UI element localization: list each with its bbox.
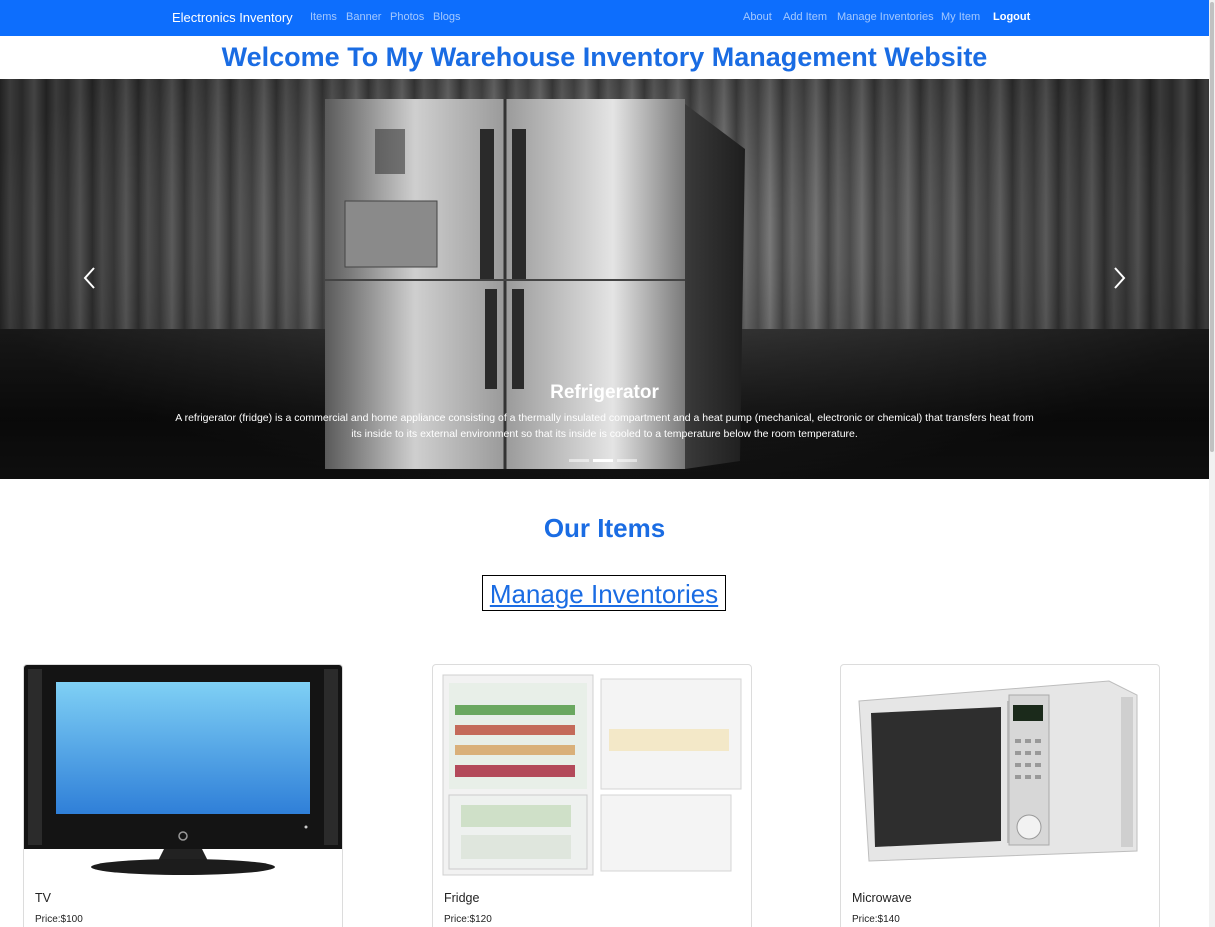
fridge-image	[442, 674, 742, 876]
microwave-image	[858, 680, 1138, 862]
carousel-indicator-3[interactable]	[617, 459, 637, 462]
page-title: Welcome To My Warehouse Inventory Manage…	[221, 42, 988, 72]
page-scrollbar[interactable]	[1209, 0, 1215, 927]
manage-inventories-link[interactable]: Manage Inventories	[490, 579, 718, 609]
nav-link-items[interactable]: Items	[310, 11, 337, 23]
item-price: Price:$100	[35, 914, 83, 925]
item-card-fridge: Fridge Price:$120	[432, 664, 752, 927]
nav-link-add-item[interactable]: Add Item	[783, 11, 827, 23]
manage-inventories-box: Manage Inventories	[482, 575, 726, 611]
item-name: TV	[35, 891, 51, 905]
carousel-caption-text: A refrigerator (fridge) is a commercial …	[175, 412, 1034, 440]
chevron-left-icon	[83, 267, 95, 289]
carousel-prev-button[interactable]	[82, 265, 98, 295]
nav-link-my-item[interactable]: My Item	[941, 11, 980, 23]
logout-link[interactable]: Logout	[993, 11, 1030, 23]
scrollbar-thumb[interactable]	[1210, 2, 1214, 452]
nav-link-manage-inventories[interactable]: Manage Inventories	[837, 11, 934, 23]
nav-link-photos[interactable]: Photos	[390, 11, 424, 23]
carousel-next-button[interactable]	[1111, 265, 1127, 295]
item-price: Price:$140	[852, 914, 900, 925]
tv-image	[24, 665, 342, 875]
brand-link[interactable]: Electronics Inventory	[172, 10, 293, 25]
item-name: Microwave	[852, 891, 912, 905]
nav-link-about[interactable]: About	[743, 11, 772, 23]
banner-carousel: Refrigerator A refrigerator (fridge) is …	[0, 79, 1209, 479]
item-name: Fridge	[444, 891, 480, 905]
item-card-microwave: Microwave Price:$140	[840, 664, 1160, 927]
section-title: Our Items	[543, 513, 666, 543]
carousel-indicator-1[interactable]	[569, 459, 589, 462]
chevron-right-icon	[1114, 267, 1126, 289]
item-price: Price:$120	[444, 914, 492, 925]
nav-link-blogs[interactable]: Blogs	[433, 11, 461, 23]
carousel-indicator-2[interactable]	[593, 459, 613, 462]
nav-link-banner[interactable]: Banner	[346, 11, 381, 23]
carousel-indicators	[569, 459, 637, 462]
navbar: Electronics Inventory Items Banner Photo…	[0, 0, 1209, 36]
item-card-tv: TV Price:$100	[23, 664, 343, 927]
carousel-caption-title: Refrigerator	[550, 382, 659, 403]
